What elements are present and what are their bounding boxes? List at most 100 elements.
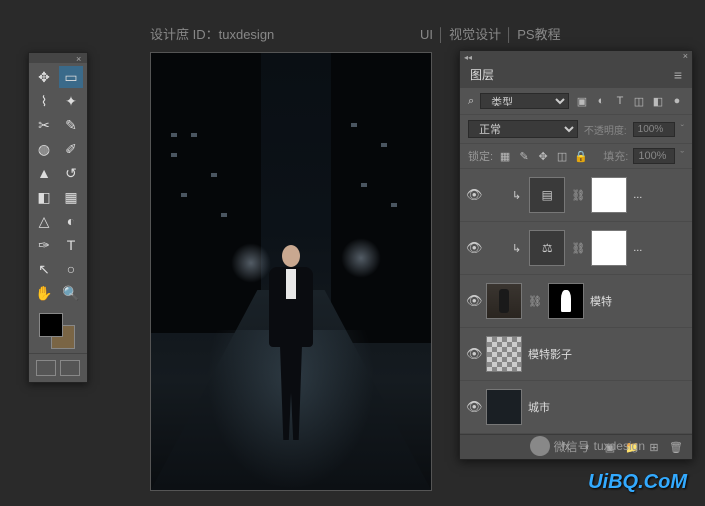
nav-visual: 视觉设计 — [449, 27, 501, 42]
layer-thumb[interactable] — [486, 336, 522, 372]
visibility-icon[interactable]: 👁 — [466, 240, 480, 256]
lock-icon-0[interactable]: ▦ — [498, 149, 512, 163]
blend-mode-select[interactable]: 正常 — [468, 120, 578, 138]
tool-zoom[interactable]: 🔍 — [59, 282, 83, 304]
tool-shape[interactable]: ○ — [59, 258, 83, 280]
lock-fill-row: 锁定: ▦✎✥◫🔒 填充: 100% ˇ — [460, 144, 692, 169]
layer-name-label[interactable]: ... — [633, 242, 642, 254]
layer-name-label[interactable]: ... — [633, 189, 642, 201]
link-icon[interactable]: ⛓ — [571, 242, 585, 255]
dropdown-icon[interactable]: ˇ — [681, 124, 684, 135]
lock-label: 锁定: — [468, 148, 493, 164]
tool-path-select[interactable]: ↖ — [32, 258, 56, 280]
author-prefix: 设计庶 ID： — [150, 27, 219, 42]
tool-stamp[interactable]: ▲ — [32, 162, 56, 184]
layer-filter-row: ⌕ 类型 ▣ ◐ T ◫ ◧ ● — [460, 88, 692, 115]
layer-row[interactable]: 👁 ↳ ▤ ⛓... — [460, 169, 692, 222]
foreground-swatch[interactable] — [39, 313, 63, 337]
tool-type[interactable]: T — [59, 234, 83, 256]
panel-footer-icon-6[interactable]: 🗑 — [668, 440, 684, 454]
tool-brush[interactable]: ✐ — [59, 138, 83, 160]
streetlight-glow — [341, 238, 381, 278]
search-icon: ⌕ — [468, 95, 474, 108]
visibility-icon[interactable]: 👁 — [466, 399, 480, 415]
mask-thumb[interactable] — [591, 230, 627, 266]
lock-icon-4[interactable]: 🔒 — [574, 149, 588, 163]
visibility-icon[interactable]: 👁 — [466, 293, 480, 309]
tool-blur[interactable]: △ — [32, 210, 56, 232]
layer-row[interactable]: 👁 模特影子 — [460, 328, 692, 381]
panel-footer-icon-5[interactable]: ⊞ — [646, 440, 662, 454]
layers-list: 👁 ↳ ▤ ⛓... 👁 ↳ ⚖ ⛓... 👁 ⛓ 模特 👁 模特影子 👁 城市 — [460, 169, 692, 434]
tool-lasso[interactable]: ⌇ — [32, 90, 56, 112]
tool-gradient[interactable]: ▦ — [59, 186, 83, 208]
adjustment-thumb[interactable]: ▤ — [529, 177, 565, 213]
visibility-icon[interactable]: 👁 — [466, 346, 480, 362]
wechat-watermark: 微信号 tuxdesign — [530, 436, 645, 456]
tool-dodge[interactable]: ◐ — [59, 210, 83, 232]
layers-tab[interactable]: 图层 ≡ — [460, 61, 692, 88]
opacity-label: 不透明度: — [584, 122, 627, 137]
blend-opacity-row: 正常 不透明度: 100% ˇ — [460, 115, 692, 144]
lock-icon-2[interactable]: ✥ — [536, 149, 550, 163]
panel-menu-icon[interactable]: ≡ — [674, 67, 682, 83]
nav-ui: UI — [420, 27, 433, 42]
building-graphic — [331, 53, 431, 343]
tool-pen[interactable]: ✑ — [32, 234, 56, 256]
dropdown-icon[interactable]: ˇ — [680, 150, 684, 162]
tool-move[interactable]: ✥ — [32, 66, 56, 88]
filter-icon-4[interactable]: ◧ — [651, 94, 665, 108]
mask-thumb[interactable] — [548, 283, 584, 319]
layer-row[interactable]: 👁 ⛓ 模特 — [460, 275, 692, 328]
tool-history-brush[interactable]: ↺ — [59, 162, 83, 184]
wechat-id: tuxdesign — [594, 439, 645, 453]
building-graphic — [151, 53, 261, 333]
filter-icon-5[interactable]: ● — [670, 94, 684, 108]
tool-marquee[interactable]: ▭ — [59, 66, 83, 88]
quick-mask-icon[interactable] — [60, 360, 80, 376]
filter-icon-3[interactable]: ◫ — [632, 94, 646, 108]
tool-eyedropper[interactable]: ✎ — [59, 114, 83, 136]
layers-panel-header[interactable]: ◂◂ × — [460, 51, 692, 61]
tool-quick-select[interactable]: ✦ — [59, 90, 83, 112]
tool-healing[interactable]: ◍ — [32, 138, 56, 160]
layer-name-label[interactable]: 模特 — [590, 293, 612, 309]
fill-value[interactable]: 100% — [633, 148, 675, 164]
tool-eraser[interactable]: ◧ — [32, 186, 56, 208]
collapse-icon[interactable]: ◂◂ — [464, 53, 472, 62]
layer-name-label[interactable]: 模特影子 — [528, 346, 572, 362]
wechat-icon — [530, 436, 550, 456]
opacity-value[interactable]: 100% — [633, 122, 675, 137]
link-icon[interactable]: ⛓ — [571, 189, 585, 202]
document-canvas[interactable] — [150, 52, 432, 491]
adjustment-thumb[interactable]: ⚖ — [529, 230, 565, 266]
nav-tutorial: PS教程 — [517, 27, 560, 42]
author-id: tuxdesign — [219, 27, 275, 42]
layer-row[interactable]: 👁 ↳ ⚖ ⛓... — [460, 222, 692, 275]
link-icon[interactable]: ⛓ — [528, 295, 542, 308]
screen-mode-icon[interactable] — [36, 360, 56, 376]
tool-crop[interactable]: ✂ — [32, 114, 56, 136]
layer-row[interactable]: 👁 城市 — [460, 381, 692, 434]
layers-tab-label: 图层 — [470, 66, 494, 83]
tools-panel: × ✥▭⌇✦✂✎◍✐▲↺◧▦△◐✑T↖○✋🔍 — [28, 52, 88, 383]
tools-panel-header[interactable]: × — [29, 53, 87, 63]
close-icon[interactable]: × — [76, 54, 83, 61]
lock-icon-1[interactable]: ✎ — [517, 149, 531, 163]
layer-thumb[interactable] — [486, 283, 522, 319]
filter-icon-1[interactable]: ◐ — [594, 94, 608, 108]
filter-type-select[interactable]: 类型 — [480, 93, 569, 109]
lock-icon-3[interactable]: ◫ — [555, 149, 569, 163]
color-swatches[interactable] — [29, 307, 87, 353]
clip-icon: ↳ — [512, 189, 521, 202]
layers-panel: ◂◂ × 图层 ≡ ⌕ 类型 ▣ ◐ T ◫ ◧ ● 正常 不透明度: 100% ˇ 锁定… — [459, 50, 693, 460]
filter-icon-0[interactable]: ▣ — [575, 94, 589, 108]
close-icon[interactable]: × — [683, 51, 688, 61]
mask-thumb[interactable] — [591, 177, 627, 213]
clip-icon: ↳ — [512, 242, 521, 255]
visibility-icon[interactable]: 👁 — [466, 187, 480, 203]
tool-hand[interactable]: ✋ — [32, 282, 56, 304]
layer-name-label[interactable]: 城市 — [528, 399, 550, 415]
layer-thumb[interactable] — [486, 389, 522, 425]
filter-icon-2[interactable]: T — [613, 94, 627, 108]
